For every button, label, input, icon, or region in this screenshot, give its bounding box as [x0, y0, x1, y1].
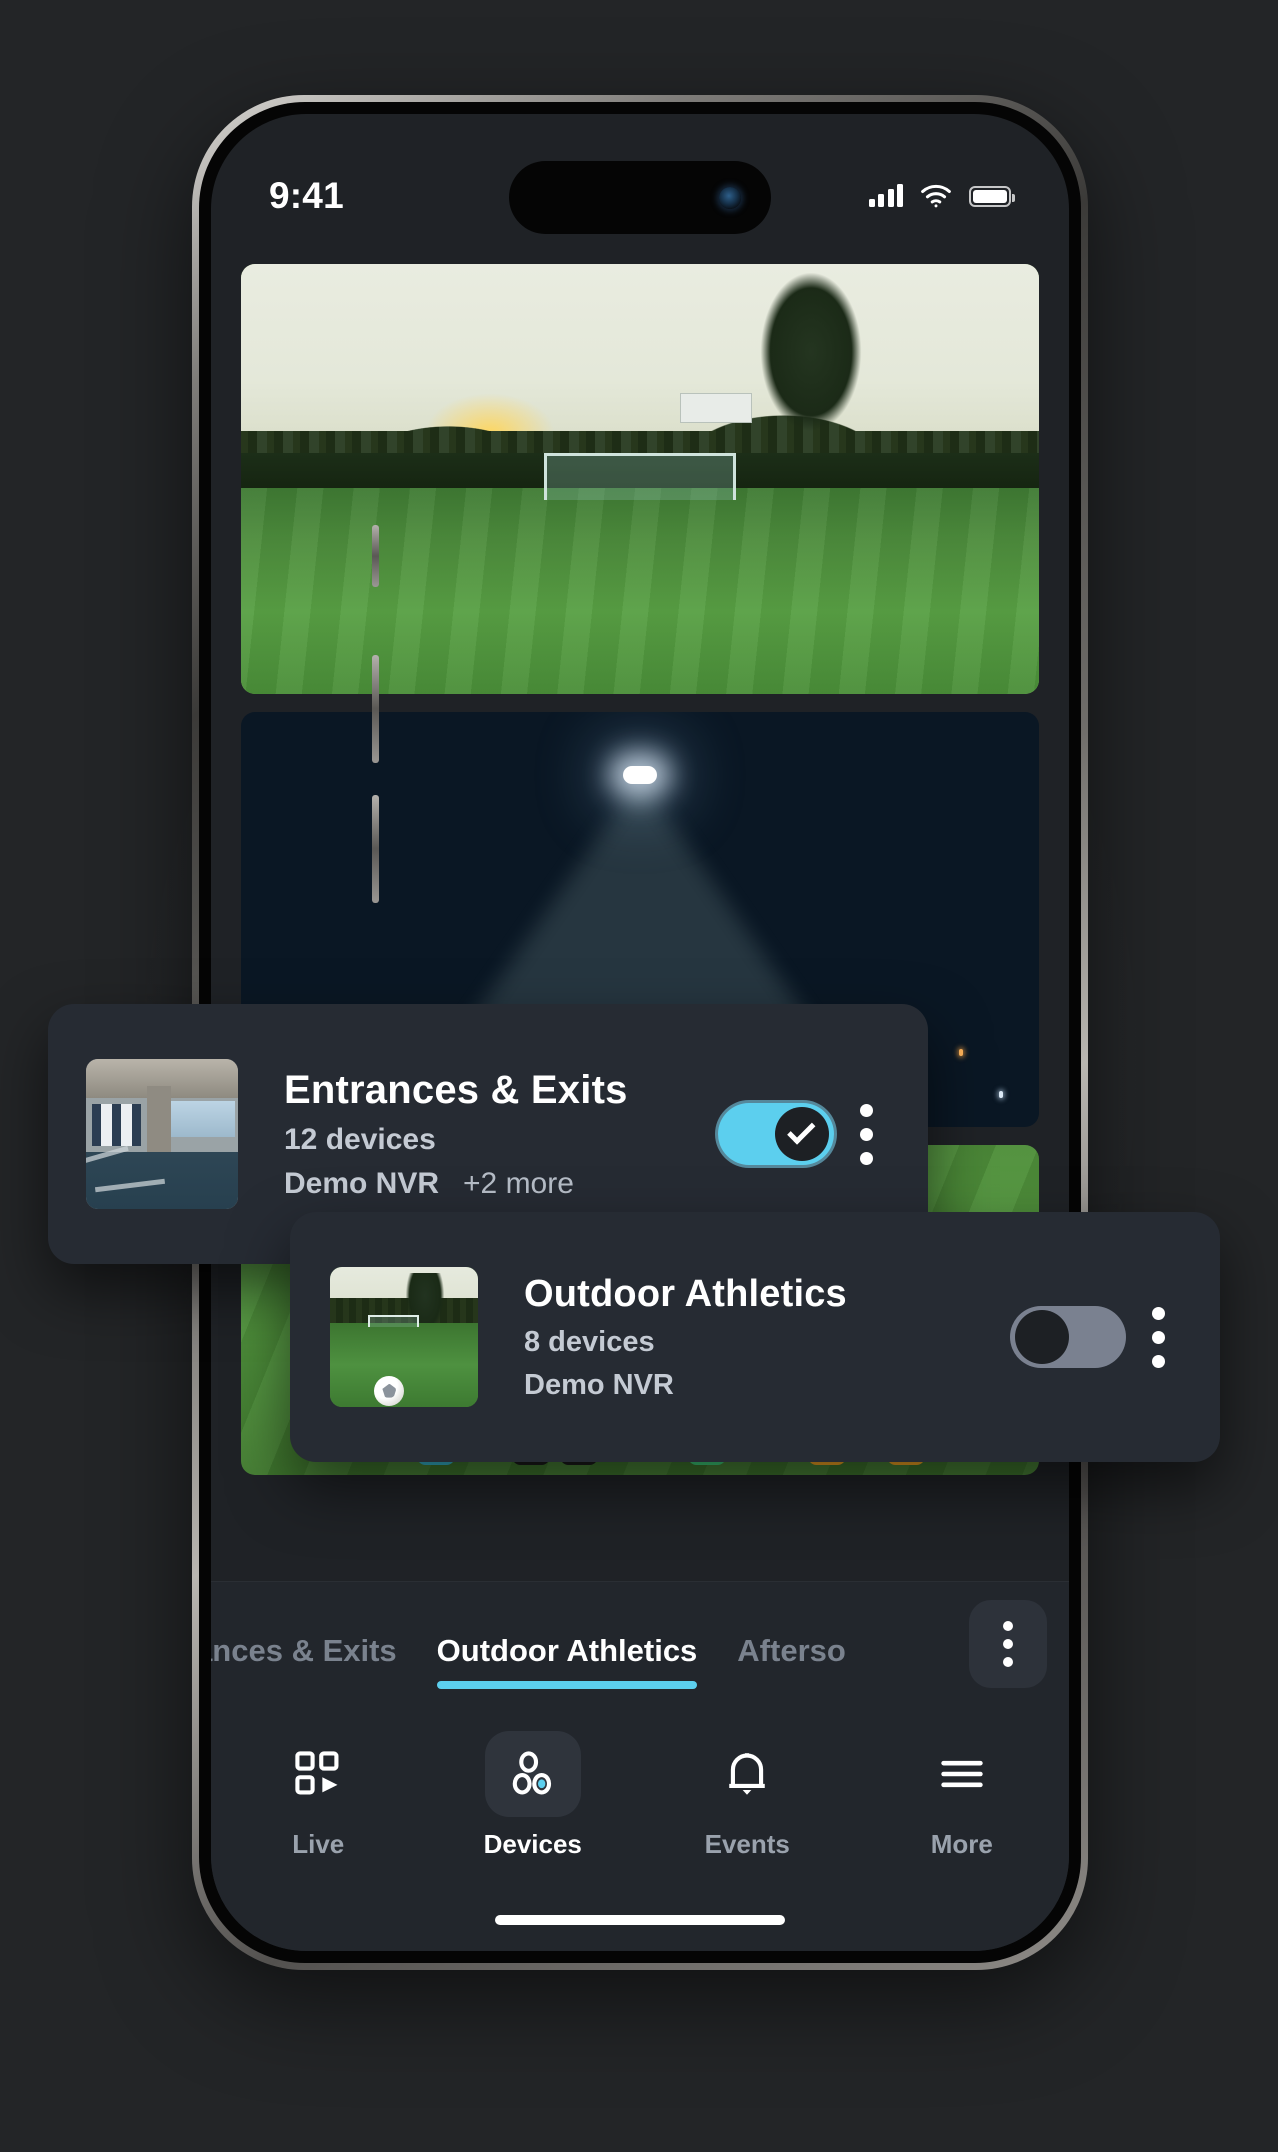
wifi-icon: [921, 184, 951, 208]
garage-opening-sky: [171, 1101, 235, 1137]
tab-outdoor-athletics[interactable]: Outdoor Athletics: [436, 1619, 698, 1689]
group-title: Outdoor Athletics: [524, 1272, 847, 1315]
group-enable-toggle[interactable]: [1010, 1306, 1126, 1368]
nvr-meta-row: Demo NVR: [524, 1369, 1010, 1402]
nav-item-events[interactable]: Events: [672, 1731, 822, 1860]
status-bar-icons: [868, 184, 1015, 208]
group-card-outdoor-athletics[interactable]: Outdoor Athletics 8 devices Demo NVR: [290, 1212, 1220, 1462]
card-text-block: Outdoor Athletics 8 devices Demo NVR: [478, 1273, 1010, 1402]
battery-full-icon: [969, 185, 1015, 207]
kebab-dot: [1151, 1354, 1165, 1368]
kebab-dot: [859, 1151, 873, 1165]
volume-down-button[interactable]: [372, 795, 379, 903]
additional-nvr-count: +2 more: [463, 1166, 574, 1200]
group-enable-toggle[interactable]: [718, 1103, 834, 1165]
nav-label: Devices: [483, 1829, 582, 1859]
active-tab-underline: [436, 1680, 698, 1689]
kebab-dot: [1003, 1638, 1013, 1649]
device-count: 12 devices: [284, 1122, 436, 1156]
nav-item-live[interactable]: Live: [243, 1731, 393, 1860]
tab-entrances-and-exits[interactable]: rances & Exits: [211, 1619, 397, 1669]
card-kebab-menu-icon[interactable]: [834, 1103, 898, 1165]
tab-label: rances & Exits: [211, 1632, 397, 1668]
nvr-name: Demo NVR: [284, 1166, 440, 1200]
large-tree: [735, 272, 886, 471]
soccer-ball: [374, 1375, 405, 1406]
toggle-knob: [1015, 1310, 1069, 1364]
group-title: Entrances & Exits: [284, 1067, 628, 1112]
nav-label: Live: [292, 1829, 345, 1859]
tab-strip[interactable]: rances & Exits Outdoor Athletics Afterso: [211, 1582, 969, 1705]
card-text-block: Entrances & Exits 12 devices Demo NVR +2…: [238, 1068, 718, 1201]
bottom-navigation-bar: Live Devices Events More: [211, 1705, 1069, 1951]
mute-switch[interactable]: [372, 525, 379, 587]
device-count: 8 devices: [524, 1325, 655, 1358]
kebab-dot: [1151, 1330, 1165, 1344]
tab-overflow-kebab-menu-icon[interactable]: [969, 1599, 1047, 1688]
nav-item-devices[interactable]: Devices: [458, 1731, 608, 1860]
soccer-goal: [368, 1314, 419, 1328]
nav-label: More: [930, 1829, 993, 1859]
check-icon: [787, 1116, 816, 1145]
dynamic-island: [509, 161, 771, 234]
card-kebab-menu-icon[interactable]: [1126, 1306, 1190, 1368]
soccer-field-thumbnail: [330, 1267, 478, 1407]
live-grid-play-icon: [270, 1731, 366, 1817]
nvr-meta-row: Demo NVR +2 more: [284, 1167, 718, 1201]
nav-item-more[interactable]: More: [887, 1731, 1037, 1860]
tab-label: Outdoor Athletics: [436, 1632, 698, 1668]
floodlight-lamp: [623, 765, 657, 784]
kebab-dot: [859, 1127, 873, 1141]
parking-garage-thumbnail: [86, 1059, 238, 1209]
tab-aftersc[interactable]: Afterso: [737, 1619, 846, 1669]
status-bar-clock: 9:41: [269, 175, 344, 216]
volume-up-button[interactable]: [372, 655, 379, 763]
garage-art: [86, 1059, 238, 1209]
nav-label: Events: [704, 1829, 790, 1859]
hamburger-menu-icon: [914, 1731, 1010, 1817]
soccer-field-sunset-thumbnail: [241, 264, 1039, 694]
field-art: [330, 1267, 478, 1407]
kebab-dot: [859, 1103, 873, 1117]
scoreboard: [679, 393, 752, 424]
devices-circles-icon: [484, 1731, 581, 1817]
toggle-knob: [775, 1107, 829, 1161]
soccer-goal: [544, 453, 736, 501]
group-tab-bar: rances & Exits Outdoor Athletics Afterso: [211, 1581, 1069, 1705]
bell-icon: [699, 1731, 795, 1817]
grass-layer: [330, 1323, 478, 1407]
building-windows: [92, 1104, 141, 1146]
nvr-name: Demo NVR: [524, 1368, 674, 1401]
kebab-dot: [1151, 1306, 1165, 1320]
garage-column: [146, 1086, 172, 1155]
kebab-dot: [1003, 1620, 1013, 1631]
cellular-signal-icon: [868, 184, 903, 207]
feed-tile-soccer-field-sunset[interactable]: [241, 264, 1039, 694]
tab-label: Afterso: [737, 1632, 846, 1668]
mow-stripes: [241, 487, 1039, 694]
kebab-dot: [1003, 1656, 1013, 1667]
screenshot-root: rances & Exits Outdoor Athletics Afterso: [0, 0, 1278, 2152]
home-indicator: [495, 1915, 785, 1925]
